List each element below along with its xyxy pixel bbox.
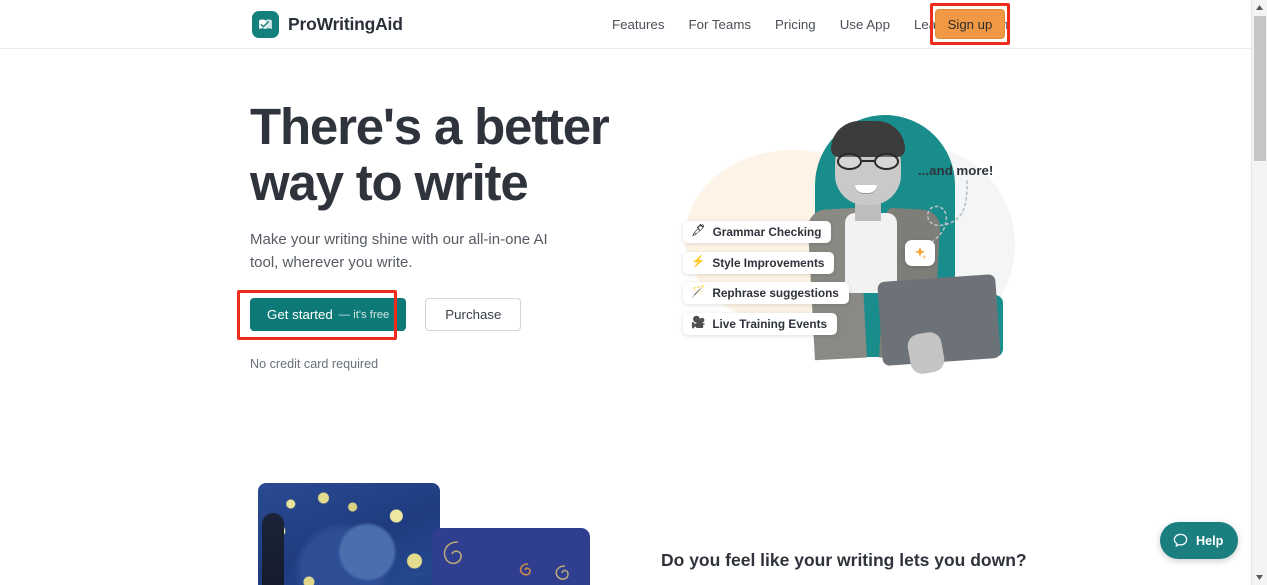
get-started-label: Get started bbox=[267, 307, 333, 322]
signup-button[interactable]: Sign up bbox=[935, 9, 1005, 39]
hero-subtitle: Make your writing shine with our all-in-… bbox=[250, 231, 548, 271]
brand-name: ProWritingAid bbox=[288, 14, 403, 34]
get-started-button[interactable]: Get started — it's free bbox=[250, 298, 407, 331]
signup-button-region: Sign up bbox=[930, 3, 1010, 45]
book-logo-icon bbox=[252, 11, 279, 38]
movie-camera-icon: 🎥 bbox=[691, 316, 706, 329]
nav-link-use-app[interactable]: Use App bbox=[828, 11, 902, 38]
starry-night-painting bbox=[258, 483, 440, 585]
feature-pill-rephrase-suggestions: 🪄 Rephrase suggestions bbox=[683, 282, 849, 304]
doodle-spirals-icon bbox=[443, 541, 569, 580]
get-started-free-note: — it's free bbox=[338, 308, 390, 321]
feature-pill-label: Rephrase suggestions bbox=[712, 286, 839, 300]
hero-illustration: ...and more! 🖋 Grammar Checking ⚡ Style … bbox=[655, 95, 1015, 385]
feature-pill-style-improvements: ⚡ Style Improvements bbox=[683, 251, 835, 274]
and-more-callout: ...and more! bbox=[918, 163, 994, 178]
magic-wand-icon: 🪄 bbox=[691, 286, 706, 299]
feature-pill-label: Grammar Checking bbox=[712, 225, 822, 239]
hair bbox=[831, 121, 905, 157]
feature-pill-label: Style Improvements bbox=[712, 255, 825, 270]
vertical-scrollbar[interactable] bbox=[1251, 0, 1267, 585]
feature-pill-live-training-events: 🎥 Live Training Events bbox=[683, 312, 838, 335]
glasses-icon bbox=[837, 153, 899, 170]
help-widget-label: Help bbox=[1196, 533, 1224, 548]
lightning-bolt-icon: ⚡ bbox=[691, 255, 706, 268]
quill-pen-icon: 🖋 bbox=[691, 225, 706, 238]
no-credit-card-note: No credit card required bbox=[250, 357, 379, 371]
scroll-up-icon[interactable] bbox=[1252, 0, 1267, 15]
scrollbar-thumb[interactable] bbox=[1254, 16, 1266, 161]
nav-link-pricing[interactable]: Pricing bbox=[763, 11, 828, 38]
glasses-lens-left bbox=[837, 153, 862, 170]
help-widget-button[interactable]: Help bbox=[1160, 522, 1239, 559]
purchase-button[interactable]: Purchase bbox=[425, 298, 522, 331]
browser-page: ProWritingAid Features For Teams Pricing… bbox=[0, 0, 1267, 585]
brand-logo[interactable]: ProWritingAid bbox=[252, 11, 403, 38]
hero-title: There's a better way to write bbox=[250, 98, 610, 211]
feature-pill-label: Live Training Events bbox=[712, 316, 828, 331]
scroll-down-icon[interactable] bbox=[1252, 570, 1267, 585]
hero-cta-row: Get started — it's free Purchase bbox=[250, 298, 522, 331]
feature-pill-list: 🖋 Grammar Checking ⚡ Style Improvements … bbox=[683, 221, 849, 335]
section-heading-lets-you-down: Do you feel like your writing lets you d… bbox=[661, 550, 1027, 570]
glasses-lens-right bbox=[874, 153, 899, 170]
blue-doodle-panel bbox=[432, 528, 590, 585]
nav-link-features[interactable]: Features bbox=[600, 11, 676, 38]
page-viewport: ProWritingAid Features For Teams Pricing… bbox=[0, 0, 1251, 585]
sparkles-icon bbox=[905, 240, 935, 266]
glasses-bridge bbox=[862, 160, 874, 163]
chat-bubble-icon bbox=[1173, 533, 1188, 547]
nav-link-for-teams[interactable]: For Teams bbox=[676, 11, 763, 38]
cypress-tree bbox=[262, 513, 284, 585]
site-header: ProWritingAid Features For Teams Pricing… bbox=[0, 0, 1251, 49]
feature-pill-grammar-checking: 🖋 Grammar Checking bbox=[683, 221, 832, 243]
